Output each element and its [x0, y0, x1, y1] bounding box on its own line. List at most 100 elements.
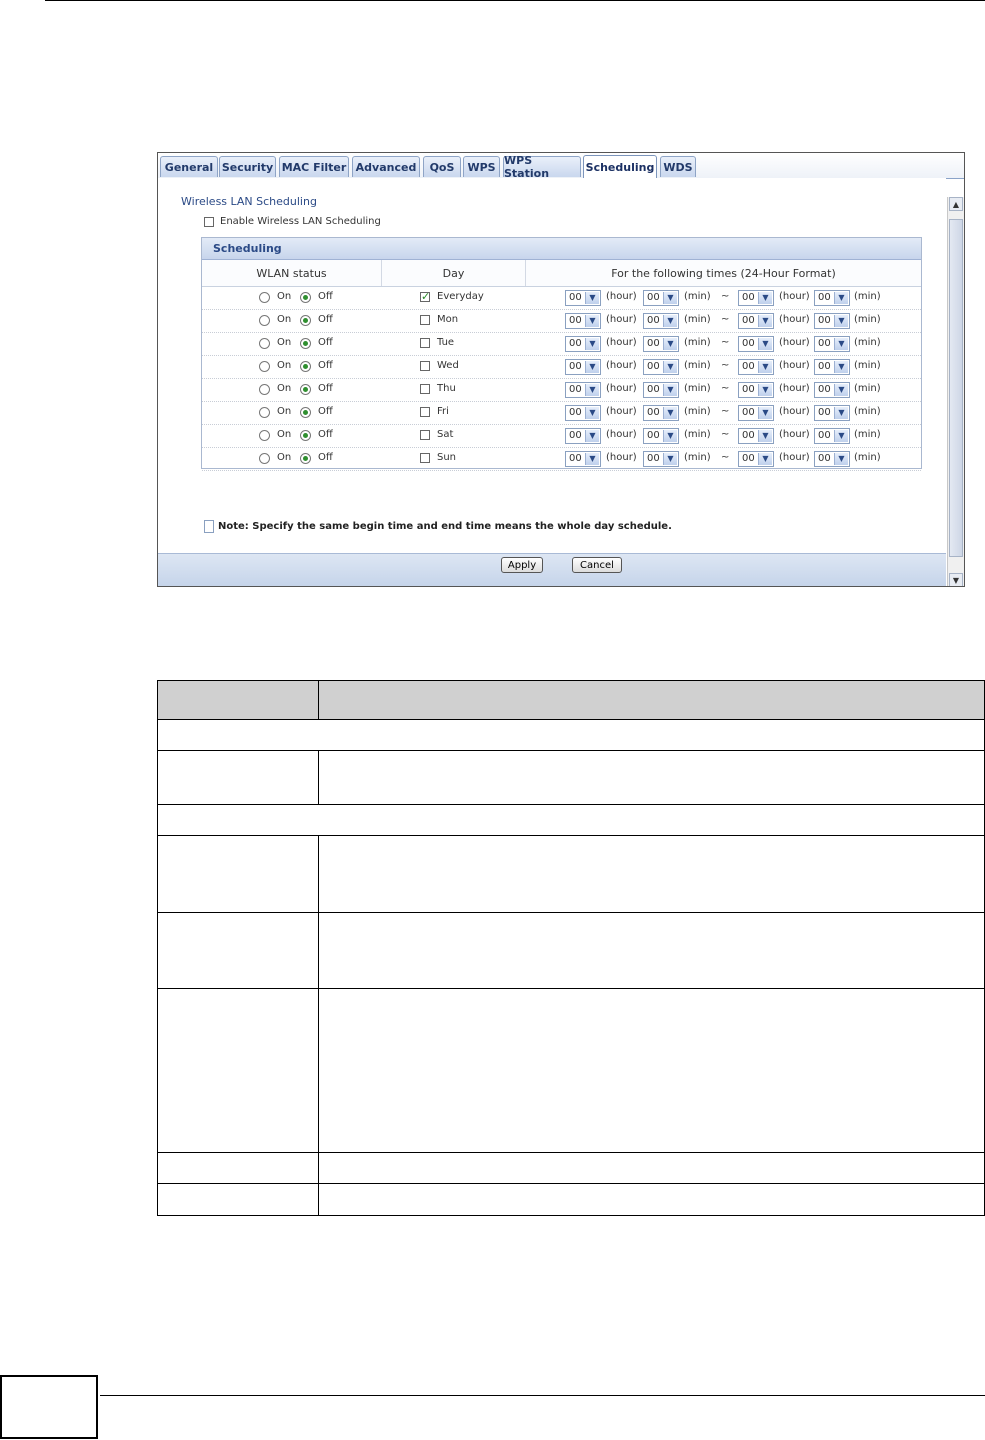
wlan-off-radio[interactable]	[300, 384, 311, 395]
tab-wps-station[interactable]: WPS Station	[503, 154, 581, 180]
wlan-off-radio[interactable]	[300, 338, 311, 349]
scroll-thumb[interactable]	[949, 219, 963, 557]
schedule-row: On Off Sat 00 ▼ (hour) 00 ▼ (min) ~ 00 ▼…	[202, 425, 921, 448]
tab-wps[interactable]: WPS	[463, 156, 500, 177]
wlan-on-label: On	[277, 429, 292, 440]
tab-wds[interactable]: WDS	[660, 156, 696, 177]
wlan-off-radio[interactable]	[300, 361, 311, 372]
wlan-off-radio[interactable]	[300, 430, 311, 441]
start-min-select[interactable]: 00 ▼	[643, 359, 679, 375]
chevron-down-icon: ▼	[758, 338, 772, 350]
chevron-down-icon: ▼	[663, 384, 677, 396]
wlan-off-radio[interactable]	[300, 453, 311, 464]
schedule-row: On Off Wed 00 ▼ (hour) 00 ▼ (min) ~ 00 ▼…	[202, 356, 921, 379]
scroll-down-icon[interactable]: ▼	[949, 573, 963, 586]
end-hour-select[interactable]: 00 ▼	[738, 382, 774, 398]
scheduling-content: Wireless LAN Scheduling Enable Wireless …	[158, 178, 946, 553]
day-checkbox[interactable]	[420, 453, 430, 463]
day-checkbox[interactable]	[420, 430, 430, 440]
start-hour-select[interactable]: 00 ▼	[565, 290, 601, 306]
day-checkbox[interactable]	[420, 384, 430, 394]
chevron-down-icon: ▼	[758, 315, 772, 327]
day-checkbox[interactable]	[420, 361, 430, 371]
tab-scheduling[interactable]: Scheduling	[583, 155, 657, 178]
start-min-select[interactable]: 00 ▼	[643, 382, 679, 398]
end-min-select[interactable]: 00 ▼	[814, 359, 850, 375]
scroll-up-icon[interactable]: ▲	[949, 197, 963, 211]
hour-unit: (hour)	[779, 452, 810, 463]
end-hour-select[interactable]: 00 ▼	[738, 336, 774, 352]
hour-unit: (hour)	[779, 314, 810, 325]
wlan-off-label: Off	[318, 406, 333, 417]
table-header-description-cell	[318, 680, 985, 720]
wlan-on-label: On	[277, 291, 292, 302]
note-text: Note: Specify the same begin time and en…	[218, 521, 672, 532]
wlan-on-radio[interactable]	[259, 292, 270, 303]
start-min-select[interactable]: 00 ▼	[643, 313, 679, 329]
end-min-select[interactable]: 00 ▼	[814, 382, 850, 398]
start-min-select[interactable]: 00 ▼	[643, 428, 679, 444]
start-hour-select[interactable]: 00 ▼	[565, 428, 601, 444]
wlan-off-radio[interactable]	[300, 407, 311, 418]
start-hour-select[interactable]: 00 ▼	[565, 313, 601, 329]
chevron-down-icon: ▼	[758, 407, 772, 419]
day-checkbox[interactable]	[420, 315, 430, 325]
cancel-button[interactable]: Cancel	[572, 557, 622, 573]
enable-scheduling-checkbox[interactable]	[204, 216, 214, 227]
start-min-select[interactable]: 00 ▼	[643, 451, 679, 467]
hour-unit: (hour)	[606, 429, 637, 440]
scheduling-box: Scheduling WLAN status Day For the follo…	[201, 237, 922, 471]
enable-scheduling-row[interactable]: Enable Wireless LAN Scheduling	[204, 216, 381, 227]
start-min-select[interactable]: 00 ▼	[643, 405, 679, 421]
wlan-off-label: Off	[318, 452, 333, 463]
tab-qos[interactable]: QoS	[423, 156, 461, 177]
start-hour-select[interactable]: 00 ▼	[565, 382, 601, 398]
hour-unit: (hour)	[779, 360, 810, 371]
tab-advanced[interactable]: Advanced	[352, 156, 420, 177]
wlan-off-radio[interactable]	[300, 315, 311, 326]
end-min-select[interactable]: 00 ▼	[814, 336, 850, 352]
wlan-on-radio[interactable]	[259, 453, 270, 464]
start-hour-select[interactable]: 00 ▼	[565, 405, 601, 421]
start-hour-select[interactable]: 00 ▼	[565, 336, 601, 352]
end-hour-select[interactable]: 00 ▼	[738, 290, 774, 306]
wlan-on-radio[interactable]	[259, 361, 270, 372]
wlan-on-radio[interactable]	[259, 430, 270, 441]
day-label: Wed	[437, 360, 459, 371]
end-min-select[interactable]: 00 ▼	[814, 313, 850, 329]
start-hour-select[interactable]: 00 ▼	[565, 359, 601, 375]
end-hour-select[interactable]: 00 ▼	[738, 359, 774, 375]
chevron-down-icon: ▼	[758, 292, 772, 304]
tab-security[interactable]: Security	[219, 156, 276, 177]
wlan-on-radio[interactable]	[259, 384, 270, 395]
range-separator: ~	[721, 452, 730, 463]
end-hour-select[interactable]: 00 ▼	[738, 428, 774, 444]
wlan-on-radio[interactable]	[259, 338, 270, 349]
vertical-scrollbar[interactable]: ▲ ▼	[947, 197, 964, 586]
wlan-off-radio[interactable]	[300, 292, 311, 303]
end-min-select[interactable]: 00 ▼	[814, 451, 850, 467]
day-checkbox[interactable]	[420, 290, 430, 303]
end-hour-select[interactable]: 00 ▼	[738, 405, 774, 421]
tab-general[interactable]: General	[160, 156, 218, 177]
day-checkbox[interactable]	[420, 338, 430, 348]
wlan-off-label: Off	[318, 429, 333, 440]
wlan-off-label: Off	[318, 314, 333, 325]
day-checkbox[interactable]	[420, 407, 430, 417]
wlan-on-radio[interactable]	[259, 315, 270, 326]
start-min-select[interactable]: 00 ▼	[643, 336, 679, 352]
chevron-down-icon: ▼	[834, 292, 848, 304]
chevron-down-icon: ▼	[663, 407, 677, 419]
tab-mac-filter[interactable]: MAC Filter	[279, 156, 349, 177]
start-hour-select[interactable]: 00 ▼	[565, 451, 601, 467]
end-min-select[interactable]: 00 ▼	[814, 405, 850, 421]
end-min-select[interactable]: 00 ▼	[814, 428, 850, 444]
min-unit: (min)	[854, 291, 881, 302]
end-hour-select[interactable]: 00 ▼	[738, 451, 774, 467]
wlan-on-radio[interactable]	[259, 407, 270, 418]
end-min-select[interactable]: 00 ▼	[814, 290, 850, 306]
end-hour-select[interactable]: 00 ▼	[738, 313, 774, 329]
table-row	[157, 835, 985, 913]
start-min-select[interactable]: 00 ▼	[643, 290, 679, 306]
apply-button[interactable]: Apply	[501, 557, 543, 573]
